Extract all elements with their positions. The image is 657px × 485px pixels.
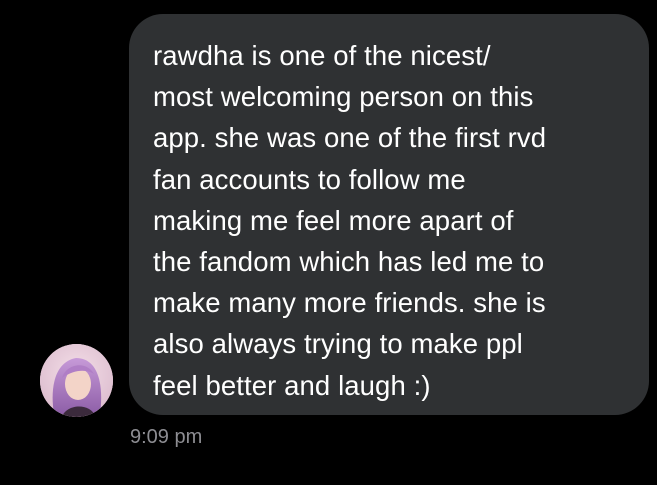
message-line: app. she was one of the first rvd [153,122,547,154]
message-text: rawdha is one of the nicest/ most welcom… [153,35,629,406]
message-timestamp: 9:09 pm [130,426,203,448]
message-line: feel better and laugh :) [153,369,431,401]
message-line: the fandom which has led me to [153,246,545,278]
message-bubble[interactable]: rawdha is one of the nicest/ most welcom… [129,14,649,415]
message-line: most welcoming person on this [153,81,534,113]
message-thread: rawdha is one of the nicest/ most welcom… [0,0,657,485]
message-line: fan accounts to follow me [153,163,466,195]
message-line: rawdha is one of the nicest/ [153,40,491,71]
message-line: also always trying to make ppl [153,328,523,360]
message-line: making me feel more apart of [153,204,514,236]
sender-avatar[interactable] [40,344,113,417]
profile-photo-icon [40,344,113,417]
message-line: make many more friends. she is [153,287,546,319]
